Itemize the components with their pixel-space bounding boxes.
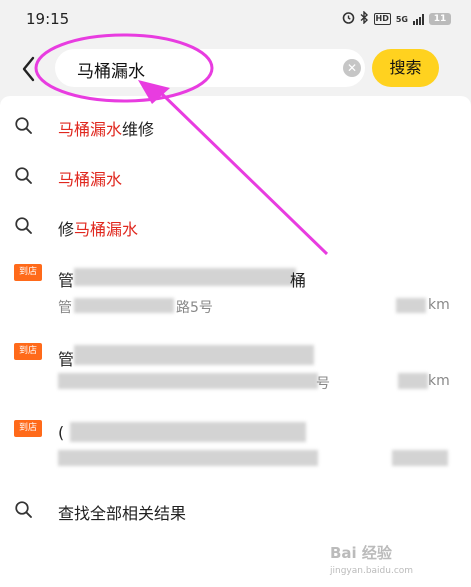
blurred-text [58, 450, 318, 466]
blurred-text [392, 450, 448, 466]
suggestion-highlight: 马桶漏水 [58, 170, 123, 189]
blurred-text [398, 373, 428, 389]
back-icon[interactable] [20, 55, 38, 83]
store-result[interactable]: 到店 管 桶 管 路5号 km [0, 264, 471, 334]
alarm-icon [342, 11, 355, 27]
store-tag: 到店 [14, 420, 42, 437]
find-all-results[interactable]: 查找全部相关结果 [0, 490, 471, 530]
suggestion-text: 马桶漏水 [58, 166, 122, 190]
hd-badge: HD [373, 13, 391, 25]
battery-icon: 11 [429, 13, 451, 25]
suggestion-item[interactable]: 修马桶漏水 [0, 206, 471, 246]
search-input[interactable]: 马桶漏水 ✕ [55, 49, 365, 87]
find-all-label: 查找全部相关结果 [58, 504, 187, 523]
store-name: 管 [58, 350, 75, 369]
status-time: 19:15 [26, 10, 70, 28]
search-icon [14, 166, 34, 186]
watermark-sub: jingyan.baidu.com [330, 566, 414, 576]
search-icon [14, 500, 34, 520]
blurred-text [74, 345, 314, 365]
bluetooth-icon [360, 10, 369, 27]
blurred-text [74, 298, 174, 313]
watermark-main: Bai 经验 [330, 544, 392, 562]
suggestion-panel: 马桶漏水维修 马桶漏水 修马桶漏水 到店 管 桶 管 路5号 km 到店 管 号… [0, 96, 471, 587]
store-distance: km [428, 373, 450, 389]
status-bar: 19:15 HD 5G 11 [0, 0, 471, 40]
network-type: 5G [395, 14, 408, 24]
suggestion-text: 修马桶漏水 [58, 216, 138, 240]
suggestion-text: 马桶漏水维修 [58, 116, 154, 140]
blurred-text [58, 373, 318, 389]
suggestion-prefix: 修 [58, 220, 75, 239]
store-tag: 到店 [14, 264, 42, 281]
search-query-text: 马桶漏水 [77, 62, 145, 82]
blurred-text [396, 298, 426, 313]
watermark-logo: Bai 经验 jingyan.baidu.com [330, 542, 450, 582]
store-name-end: 桶 [290, 271, 307, 290]
store-address-start: 管 [58, 300, 72, 316]
store-distance: km [428, 297, 450, 313]
suggestion-suffix: 维修 [122, 120, 155, 139]
signal-icon [413, 13, 424, 25]
store-result[interactable]: 到店 管 号 km [0, 343, 471, 413]
clear-icon[interactable]: ✕ [343, 59, 361, 77]
blurred-text [74, 268, 296, 286]
search-icon [14, 116, 34, 136]
blurred-text [70, 422, 306, 442]
suggestion-item[interactable]: 马桶漏水 [0, 156, 471, 196]
search-button[interactable]: 搜索 [372, 49, 439, 87]
store-result[interactable]: 到店 ( [0, 420, 471, 490]
store-name: ( [58, 423, 65, 442]
store-tag: 到店 [14, 343, 42, 360]
store-address: 路5号 [176, 300, 213, 316]
status-icons: HD 5G 11 [342, 10, 451, 27]
search-icon [14, 216, 34, 236]
suggestion-highlight: 马桶漏水 [58, 120, 123, 139]
store-address-end: 号 [316, 376, 330, 392]
suggestion-item[interactable]: 马桶漏水维修 [0, 106, 471, 146]
suggestion-highlight: 马桶漏水 [74, 220, 139, 239]
store-name: 管 [58, 271, 75, 290]
